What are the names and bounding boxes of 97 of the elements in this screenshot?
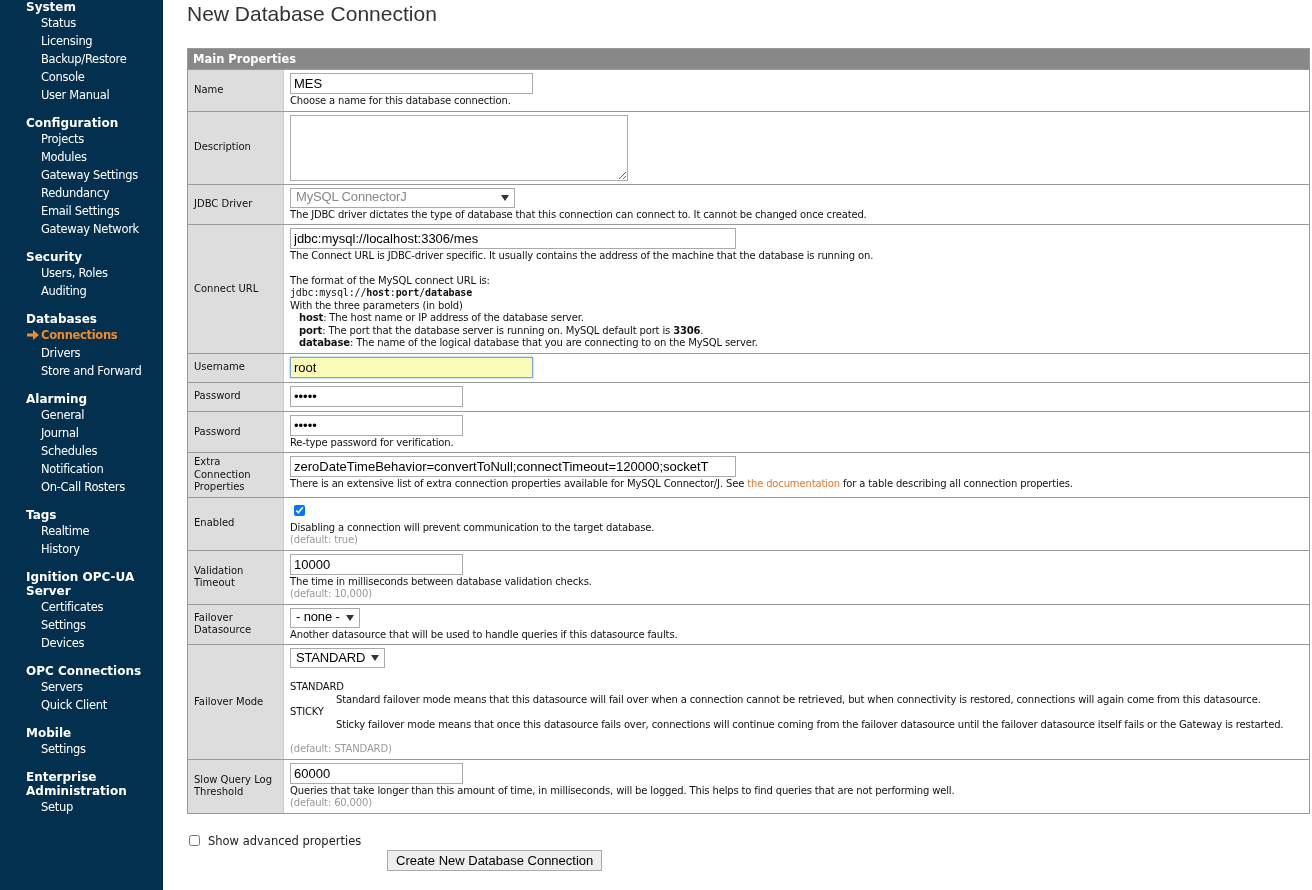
field-label: Enabled bbox=[188, 497, 284, 550]
text-field[interactable]: root bbox=[290, 356, 533, 378]
checkbox[interactable] bbox=[294, 504, 305, 516]
help-text: The format of the MySQL connect URL is: bbox=[290, 274, 490, 287]
sidebar-item[interactable]: Console bbox=[26, 68, 163, 86]
help-text: The time in milliseconds between database validation checks. bbox=[290, 575, 592, 588]
dropdown[interactable]: - none - bbox=[290, 607, 360, 628]
help-text: The Connect URL is JDBC-driver specific. It usually contains the address of the machine that the database is running on. bbox=[290, 250, 874, 263]
sidebar-item[interactable]: Connections bbox=[26, 326, 163, 344]
sidebar-heading: Ignition OPC-UA Server bbox=[26, 570, 136, 598]
sidebar-item[interactable]: Gateway Network bbox=[26, 220, 163, 238]
field-label: Slow Query Log Threshold bbox=[188, 759, 284, 813]
sidebar-item[interactable]: Schedules bbox=[26, 442, 163, 460]
sidebar-heading: Security bbox=[26, 250, 84, 264]
sidebar-item[interactable]: Notification bbox=[26, 460, 163, 478]
help-text: Choose a name for this database connection. bbox=[290, 95, 511, 108]
field-label: JDBC Driver bbox=[188, 184, 284, 224]
sidebar-item[interactable]: Gateway Settings bbox=[26, 166, 163, 184]
sidebar-item[interactable]: General bbox=[26, 406, 163, 424]
default-text: (default: 10,000) bbox=[290, 588, 372, 601]
sidebar-heading: Enterprise Administration bbox=[26, 770, 128, 798]
field-label: Password bbox=[188, 382, 284, 411]
sidebar-item[interactable]: Devices bbox=[26, 634, 163, 652]
sidebar-item[interactable]: Licensing bbox=[26, 32, 163, 50]
help-text: Disabling a connection will prevent communication to the target database. bbox=[290, 521, 655, 534]
sidebar-item[interactable]: Journal bbox=[26, 424, 163, 442]
sidebar-item[interactable]: Quick Client bbox=[26, 696, 163, 714]
mode-name: STICKY bbox=[290, 706, 324, 719]
sidebar-item[interactable]: On-Call Rosters bbox=[26, 478, 163, 496]
arrow-icon bbox=[27, 330, 39, 340]
text-field[interactable]: 10000 bbox=[290, 553, 463, 575]
sidebar-item[interactable]: User Manual bbox=[26, 86, 163, 104]
help-text: With the three parameters (in bold) bbox=[290, 299, 463, 312]
sidebar-item[interactable]: Status bbox=[26, 14, 163, 32]
sidebar-heading: Alarming bbox=[26, 392, 89, 406]
field-label: Description bbox=[188, 111, 284, 184]
default-text: (default: 60,000) bbox=[290, 797, 372, 810]
description-field[interactable] bbox=[290, 114, 628, 181]
text-field[interactable]: jdbc:mysql://localhost:3306/mes bbox=[290, 228, 736, 249]
help-text: Queries that take longer than this amount of time, in milliseconds, will be logged. This helps to find queries that are not performing well. bbox=[290, 784, 955, 797]
sidebar-item[interactable]: Auditing bbox=[26, 282, 163, 300]
caret-icon bbox=[371, 655, 380, 661]
dropdown[interactable]: STANDARD bbox=[290, 648, 386, 668]
url-format: jdbc:mysql://host:port/database bbox=[290, 287, 472, 300]
text-field[interactable]: ••••• bbox=[290, 414, 463, 436]
checkbox[interactable] bbox=[189, 835, 200, 846]
field-label: Connect URL bbox=[188, 225, 284, 353]
sidebar-heading: System bbox=[26, 0, 77, 14]
sidebar-heading: Mobile bbox=[26, 726, 73, 740]
text-field[interactable]: zeroDateTimeBehavior=convertToNull;connectTimeout=120000;socketT bbox=[290, 456, 736, 477]
sidebar-item[interactable]: History bbox=[26, 540, 163, 558]
field-label: Extra Connection Properties bbox=[188, 453, 284, 497]
sidebar-heading: Databases bbox=[26, 312, 98, 326]
parameter-text: host: The host name or IP address of the database server. bbox=[298, 312, 584, 325]
sidebar-heading: Tags bbox=[26, 508, 58, 522]
help-text: There is an extensive list of extra connection properties available for MySQL Connector/J. See the documentation for a table describing all connection properties. bbox=[290, 478, 1073, 491]
field-label: Name bbox=[188, 70, 284, 111]
sidebar-heading: OPC Connections bbox=[26, 664, 143, 678]
checkbox-label: Show advanced properties bbox=[208, 833, 362, 848]
field-label: Failover Mode bbox=[188, 645, 284, 759]
help-text: Another datasource that will be used to handle queries if this datasource faults. bbox=[290, 628, 678, 641]
caret-icon bbox=[501, 194, 509, 201]
sidebar-item[interactable]: Email Settings bbox=[26, 202, 163, 220]
sidebar-item[interactable]: Projects bbox=[26, 130, 163, 148]
field-label: Password bbox=[188, 411, 284, 452]
mode-name: STANDARD bbox=[290, 681, 344, 694]
sidebar-item[interactable]: Settings bbox=[26, 740, 163, 758]
sidebar-item[interactable]: Servers bbox=[26, 678, 163, 696]
text-field[interactable]: ••••• bbox=[290, 385, 463, 407]
help-text: The JDBC driver dictates the type of database that this connection can connect to. It cannot be changed once created. bbox=[290, 208, 867, 221]
parameter-text: database: The name of the logical database that you are connecting to on the MySQL server. bbox=[298, 337, 758, 350]
field-label: Validation Timeout bbox=[188, 550, 284, 604]
sidebar-item[interactable]: Certificates bbox=[26, 598, 163, 616]
sidebar-item[interactable]: Store and Forward bbox=[26, 362, 163, 380]
default-text: (default: STANDARD) bbox=[290, 743, 392, 756]
sidebar-item[interactable]: Modules bbox=[26, 148, 163, 166]
sidebar-item[interactable]: Realtime bbox=[26, 522, 163, 540]
default-text: (default: true) bbox=[290, 534, 358, 547]
text-field[interactable]: 60000 bbox=[290, 762, 463, 784]
page-title: New Database Connection bbox=[187, 2, 438, 26]
sidebar-item[interactable]: Users, Roles bbox=[26, 264, 163, 282]
parameter-text: port: The port that the database server is running on. MySQL default port is 3306. bbox=[298, 324, 704, 337]
caret-icon bbox=[345, 614, 354, 621]
sidebar-heading: Configuration bbox=[26, 116, 120, 130]
sidebar-item[interactable]: Settings bbox=[26, 616, 163, 634]
sidebar-item[interactable]: Backup/Restore bbox=[26, 50, 163, 68]
create-button[interactable]: Create New Database Connection bbox=[387, 849, 603, 871]
sidebar-item[interactable]: Setup bbox=[26, 798, 163, 816]
section-header: Main Properties bbox=[188, 49, 1309, 69]
help-text: Re-type password for verification. bbox=[290, 436, 454, 449]
field-label: Failover Datasource bbox=[188, 604, 284, 644]
mode-description: Standard failover mode means that this datasource will fail over when a connection cannot be retrieved, but when connectivity is restored, connections will again come from this datasource. bbox=[335, 693, 1261, 706]
field-label: Username bbox=[188, 353, 284, 382]
mode-description: Sticky failover mode means that once this datasource fails over, connections will continue coming from the failover datasource until the failover datasource itself fails or the Gateway is restarted. bbox=[335, 718, 1284, 731]
text-field[interactable]: MES bbox=[290, 73, 533, 94]
sidebar-item[interactable]: Redundancy bbox=[26, 184, 163, 202]
sidebar-item[interactable]: Drivers bbox=[26, 344, 163, 362]
